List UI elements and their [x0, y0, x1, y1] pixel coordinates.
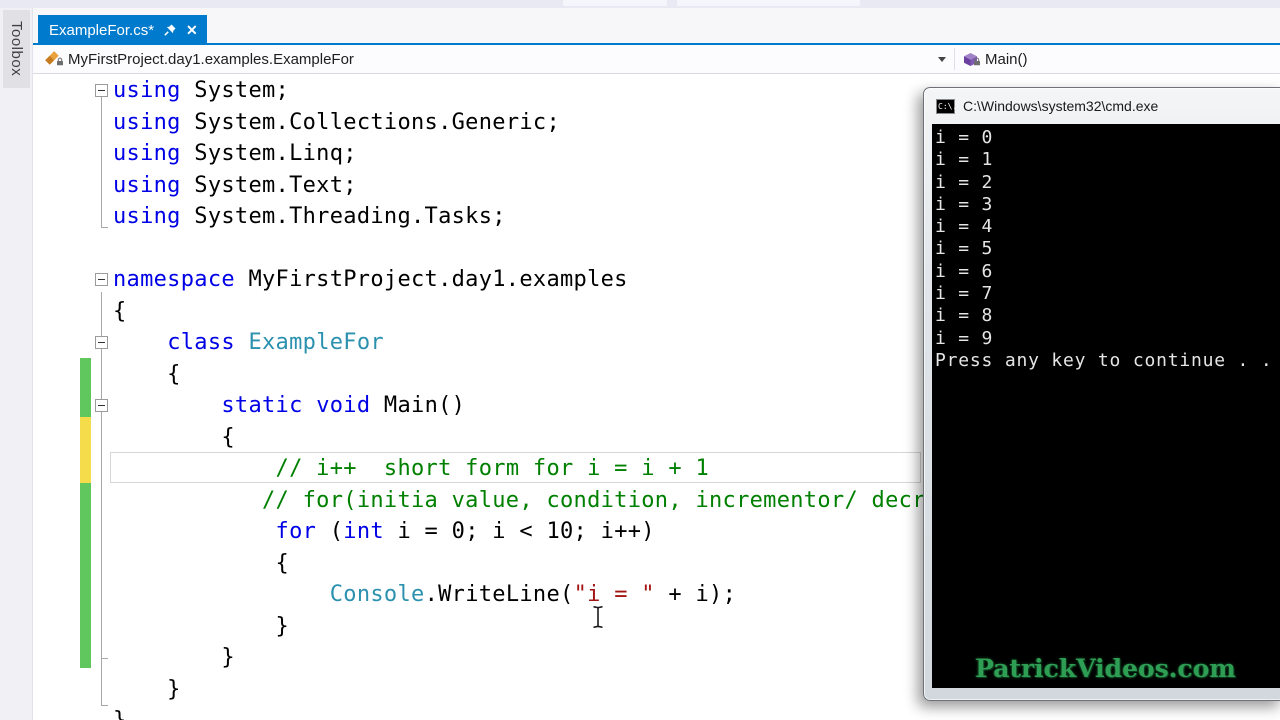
scope-dropdown[interactable]: MyFirstProject.day1.examples.ExampleFor: [45, 45, 354, 73]
member-label: Main(): [985, 50, 1028, 68]
console-output: i = 0i = 1i = 2i = 3i = 4i = 5i = 6i = 7…: [932, 124, 1280, 372]
console-line: i = 7: [935, 283, 994, 305]
cmd-titlebar[interactable]: C:\. C:\Windows\system32\cmd.exe: [924, 88, 1280, 124]
scope-label: MyFirstProject.day1.examples.ExampleFor: [68, 50, 354, 68]
window-edge-highlight: [563, 0, 667, 6]
console-line: i = 9: [935, 327, 994, 349]
window-edge-highlight: [677, 0, 860, 6]
console-line: i = 6: [935, 260, 994, 282]
console-line: i = 0: [935, 127, 994, 148]
vs-toolbar-edge: [0, 0, 1280, 8]
tab-title: ExampleFor.cs*: [49, 21, 155, 39]
nav-separator: [954, 48, 955, 70]
console-screen[interactable]: i = 0i = 1i = 2i = 3i = 4i = 5i = 6i = 7…: [932, 124, 1280, 688]
watermark: PatrickVideos.com: [975, 654, 1236, 683]
console-line: i = 4: [935, 216, 994, 238]
method-icon: [962, 51, 981, 70]
toolbox-tab[interactable]: Toolbox: [3, 10, 30, 88]
close-icon[interactable]: ✕: [186, 23, 198, 37]
document-tab[interactable]: ExampleFor.cs* ✕: [38, 15, 207, 45]
cmd-icon: C:\.: [936, 98, 957, 114]
screen: Toolbox ExampleFor.cs* ✕ MyFirstProject.…: [0, 0, 1280, 720]
console-line: i = 3: [935, 193, 994, 215]
cmd-window[interactable]: C:\. C:\Windows\system32\cmd.exe i = 0i …: [923, 87, 1280, 701]
console-line: i = 5: [935, 238, 994, 260]
console-line: i = 1: [935, 149, 994, 171]
lock-icon: [56, 53, 64, 70]
cmd-title: C:\Windows\system32\cmd.exe: [963, 98, 1159, 114]
lock-icon: [973, 53, 981, 70]
code-line[interactable]: }: [33, 705, 1280, 720]
left-tool-strip: Toolbox: [0, 8, 33, 720]
chevron-down-icon[interactable]: [938, 57, 946, 62]
text-cursor-pointer: [591, 605, 605, 634]
document-tab-strip: ExampleFor.cs* ✕: [33, 8, 1280, 45]
class-icon: [45, 50, 64, 70]
navigation-bar: MyFirstProject.day1.examples.ExampleFor …: [33, 45, 1280, 74]
pin-icon[interactable]: [163, 23, 177, 37]
console-line: Press any key to continue . . .: [935, 349, 1280, 371]
console-line: i = 8: [935, 305, 994, 327]
console-line: i = 2: [935, 171, 994, 193]
member-dropdown[interactable]: Main(): [962, 45, 1028, 73]
